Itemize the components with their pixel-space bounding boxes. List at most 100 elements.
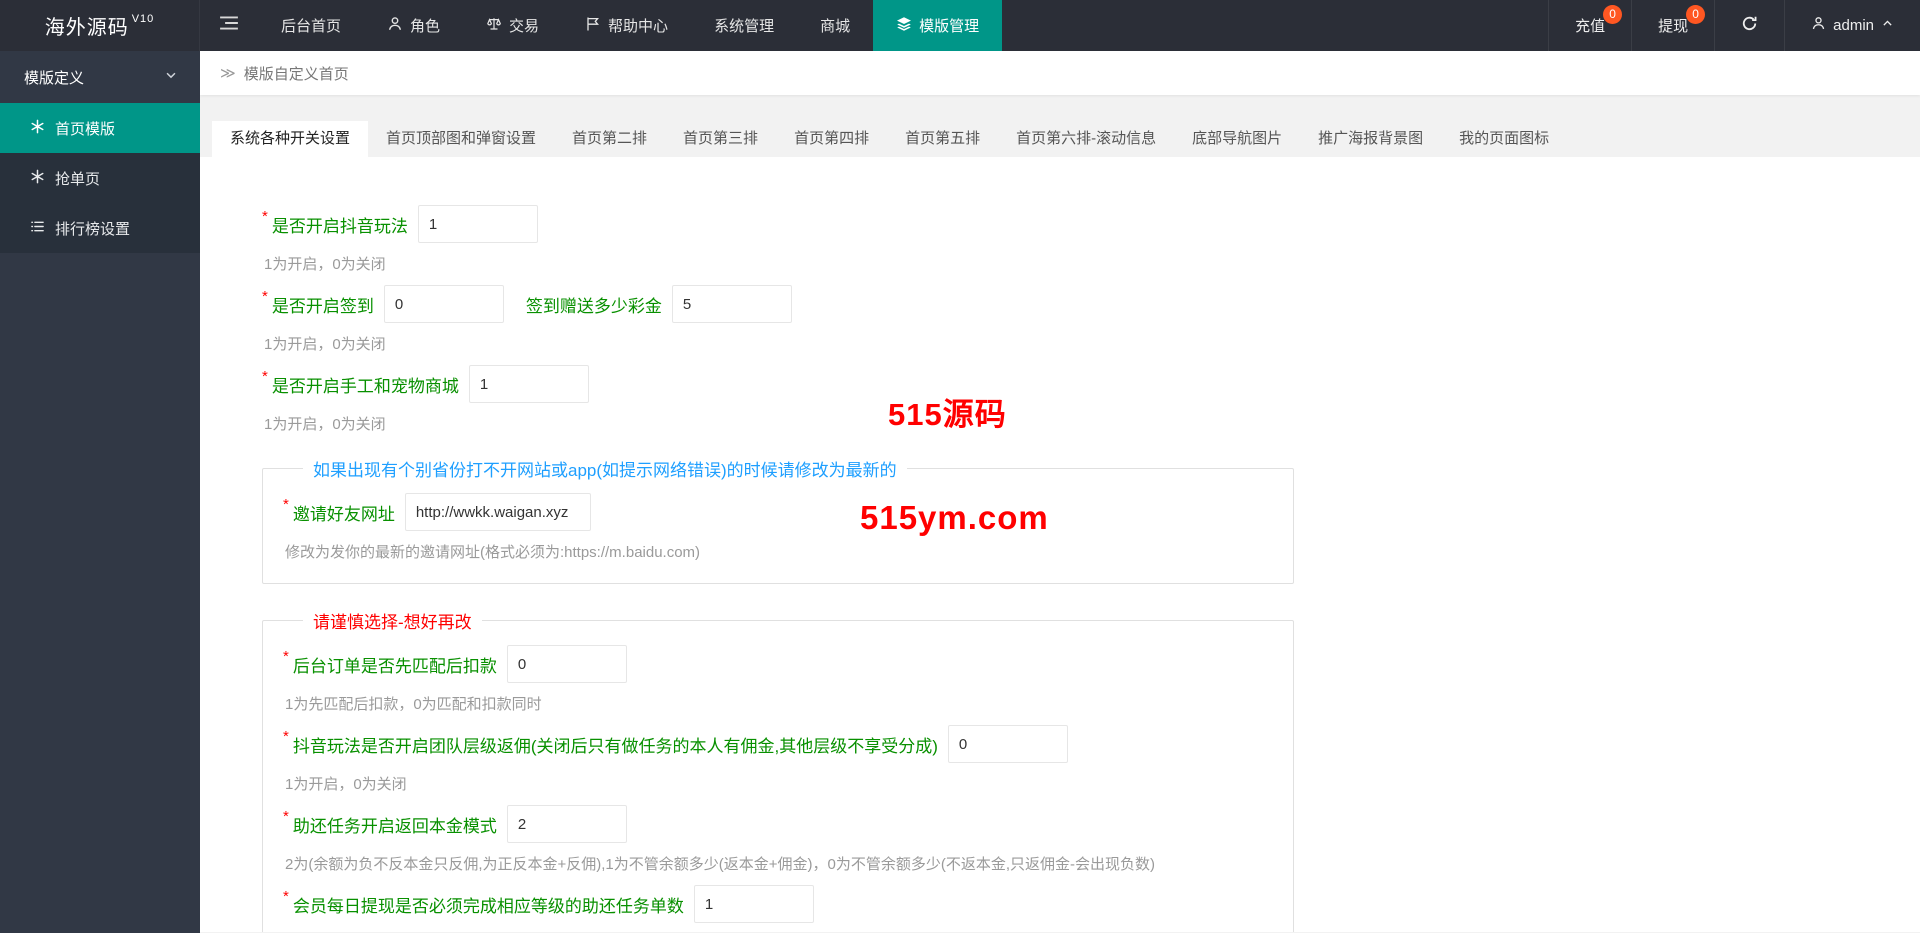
match-deduct-help: 1为先匹配后扣款，0为匹配和扣款同时 bbox=[285, 693, 1273, 714]
tab-home-row3[interactable]: 首页第三排 bbox=[665, 121, 776, 157]
sidebar-item-ranking-settings[interactable]: 排行榜设置 bbox=[0, 203, 200, 253]
nav-item-templates[interactable]: 模版管理 bbox=[873, 0, 1002, 51]
field-match-deduct: * 后台订单是否先匹配后扣款 bbox=[283, 645, 1273, 683]
principal-mode-label: 助还任务开启返回本金模式 bbox=[293, 812, 497, 837]
required-asterisk: * bbox=[283, 496, 289, 513]
user-icon bbox=[1811, 16, 1826, 35]
douyin-label: 是否开启抖音玩法 bbox=[272, 212, 408, 237]
hamburger-icon bbox=[219, 15, 239, 36]
field-douyin: * 是否开启抖音玩法 bbox=[262, 205, 1920, 243]
refresh-button[interactable] bbox=[1714, 0, 1784, 51]
chevron-up-icon bbox=[1881, 17, 1894, 34]
top-navbar: 海外源码 V10 后台首页 角色 交易 帮助中心 系统管理 商城 模版管理 充值 bbox=[0, 0, 1920, 51]
chevron-down-icon bbox=[164, 68, 178, 86]
nav-item-system[interactable]: 系统管理 bbox=[691, 0, 797, 51]
list-icon bbox=[30, 219, 45, 238]
mall-input[interactable] bbox=[469, 365, 589, 403]
required-asterisk: * bbox=[283, 648, 289, 665]
nav-item-shop[interactable]: 商城 bbox=[797, 0, 873, 51]
field-principal-mode: * 助还任务开启返回本金模式 bbox=[283, 805, 1273, 843]
invite-url-help: 修改为发你的最新的邀请网址(格式必须为:https://m.baidu.com) bbox=[285, 541, 1273, 562]
app-version: V10 bbox=[132, 13, 155, 25]
required-asterisk: * bbox=[262, 208, 268, 225]
principal-mode-help: 2为(余额为负不反本金只反佣,为正反本金+反佣),1为不管余额多少(返本金+佣金… bbox=[285, 853, 1273, 874]
asterisk-icon bbox=[30, 169, 45, 188]
tab-home-row5[interactable]: 首页第五排 bbox=[887, 121, 998, 157]
nav-item-roles[interactable]: 角色 bbox=[364, 0, 463, 51]
principal-mode-input[interactable] bbox=[507, 805, 627, 843]
watermark-515-source: 515源码 bbox=[888, 389, 1007, 434]
withdraw-task-input[interactable] bbox=[694, 885, 814, 923]
tab-my-page-icons[interactable]: 我的页面图标 bbox=[1441, 121, 1567, 157]
field-team-commission: * 抖音玩法是否开启团队层级返佣(关闭后只有做任务的本人有佣金,其他层级不享受分… bbox=[283, 725, 1273, 763]
breadcrumb-title: 模版自定义首页 bbox=[244, 63, 349, 84]
flag-icon bbox=[585, 16, 601, 36]
nav-item-dashboard[interactable]: 后台首页 bbox=[258, 0, 364, 51]
signin-input[interactable] bbox=[384, 285, 504, 323]
sidebar-submenu: 首页模版 抢单页 排行榜设置 bbox=[0, 103, 200, 253]
field-mall: * 是否开启手工和宠物商城 bbox=[262, 365, 1920, 403]
recharge-button[interactable]: 充值 0 bbox=[1548, 0, 1631, 51]
switch-settings-form: * 是否开启抖音玩法 1为开启，0为关闭 * 是否开启签到 签到赠送多少彩金 1… bbox=[200, 157, 1920, 932]
user-name: admin bbox=[1833, 17, 1874, 34]
person-icon bbox=[387, 16, 403, 36]
signin-bonus-label: 签到赠送多少彩金 bbox=[526, 292, 662, 317]
douyin-help: 1为开启，0为关闭 bbox=[264, 253, 1920, 274]
mall-help: 1为开启，0为关闭 bbox=[264, 413, 1920, 434]
signin-label: 是否开启签到 bbox=[272, 292, 374, 317]
invite-fieldset-legend: 如果出现有个别省份打不开网站或app(如提示网络错误)的时候请修改为最新的 bbox=[303, 456, 907, 481]
sidebar-group-template-define[interactable]: 模版定义 bbox=[0, 51, 200, 103]
asterisk-icon bbox=[30, 119, 45, 138]
sidebar-item-home-template[interactable]: 首页模版 bbox=[0, 103, 200, 153]
field-signin: * 是否开启签到 签到赠送多少彩金 bbox=[262, 285, 1920, 323]
required-asterisk: * bbox=[262, 368, 268, 385]
tab-bottom-nav-images[interactable]: 底部导航图片 bbox=[1174, 121, 1300, 157]
app-logo: 海外源码 V10 bbox=[0, 0, 200, 51]
nav-item-help-center[interactable]: 帮助中心 bbox=[562, 0, 691, 51]
mall-label: 是否开启手工和宠物商城 bbox=[272, 372, 459, 397]
team-commission-input[interactable] bbox=[948, 725, 1068, 763]
tab-home-row2[interactable]: 首页第二排 bbox=[554, 121, 665, 157]
main-content: ≫ 模版自定义首页 系统各种开关设置 首页顶部图和弹窗设置 首页第二排 首页第三… bbox=[200, 51, 1920, 933]
double-chevron-icon: ≫ bbox=[220, 64, 236, 82]
app-logo-text: 海外源码 bbox=[45, 11, 129, 40]
signin-bonus-input[interactable] bbox=[672, 285, 792, 323]
tab-promo-poster-bg[interactable]: 推广海报背景图 bbox=[1300, 121, 1441, 157]
required-asterisk: * bbox=[262, 288, 268, 305]
layers-icon bbox=[896, 16, 912, 36]
tab-system-switches[interactable]: 系统各种开关设置 bbox=[212, 121, 368, 157]
required-asterisk: * bbox=[283, 728, 289, 745]
tab-home-row6-scroll[interactable]: 首页第六排-滚动信息 bbox=[998, 121, 1174, 157]
settings-panel: 515源码 515ym.com * 是否开启抖音玩法 1为开启，0为关闭 * 是… bbox=[200, 157, 1920, 932]
navbar-right: 充值 0 提现 0 admin bbox=[1548, 0, 1920, 51]
match-deduct-input[interactable] bbox=[507, 645, 627, 683]
field-invite-url: * 邀请好友网址 bbox=[283, 493, 1273, 531]
withdraw-badge: 0 bbox=[1686, 5, 1705, 24]
careful-fieldset-legend: 请谨慎选择-想好再改 bbox=[303, 608, 482, 633]
recharge-badge: 0 bbox=[1603, 5, 1622, 24]
team-commission-help: 1为开启，0为关闭 bbox=[285, 773, 1273, 794]
top-nav-menu: 后台首页 角色 交易 帮助中心 系统管理 商城 模版管理 bbox=[258, 0, 1002, 51]
douyin-input[interactable] bbox=[418, 205, 538, 243]
watermark-515ym: 515ym.com bbox=[860, 499, 1049, 537]
required-asterisk: * bbox=[283, 808, 289, 825]
signin-help: 1为开启，0为关闭 bbox=[264, 333, 1920, 354]
invite-url-fieldset: 如果出现有个别省份打不开网站或app(如提示网络错误)的时候请修改为最新的 * … bbox=[262, 456, 1294, 584]
sidebar-item-grab-order-page[interactable]: 抢单页 bbox=[0, 153, 200, 203]
nav-item-trade[interactable]: 交易 bbox=[463, 0, 562, 51]
settings-tabstrip: 系统各种开关设置 首页顶部图和弹窗设置 首页第二排 首页第三排 首页第四排 首页… bbox=[200, 121, 1920, 157]
scales-icon bbox=[486, 16, 502, 36]
match-deduct-label: 后台订单是否先匹配后扣款 bbox=[293, 652, 497, 677]
tab-home-row4[interactable]: 首页第四排 bbox=[776, 121, 887, 157]
user-menu[interactable]: admin bbox=[1784, 0, 1920, 51]
required-asterisk: * bbox=[283, 888, 289, 905]
team-commission-label: 抖音玩法是否开启团队层级返佣(关闭后只有做任务的本人有佣金,其他层级不享受分成) bbox=[293, 732, 938, 757]
withdraw-task-label: 会员每日提现是否必须完成相应等级的助还任务单数 bbox=[293, 892, 684, 917]
tab-home-top-popup[interactable]: 首页顶部图和弹窗设置 bbox=[368, 121, 554, 157]
sidebar: 模版定义 首页模版 抢单页 排行榜设置 bbox=[0, 51, 200, 933]
withdraw-button[interactable]: 提现 0 bbox=[1631, 0, 1714, 51]
invite-url-label: 邀请好友网址 bbox=[293, 500, 395, 525]
breadcrumb: ≫ 模版自定义首页 bbox=[200, 51, 1920, 95]
invite-url-input[interactable] bbox=[405, 493, 591, 531]
sidebar-toggle-button[interactable] bbox=[200, 0, 258, 51]
